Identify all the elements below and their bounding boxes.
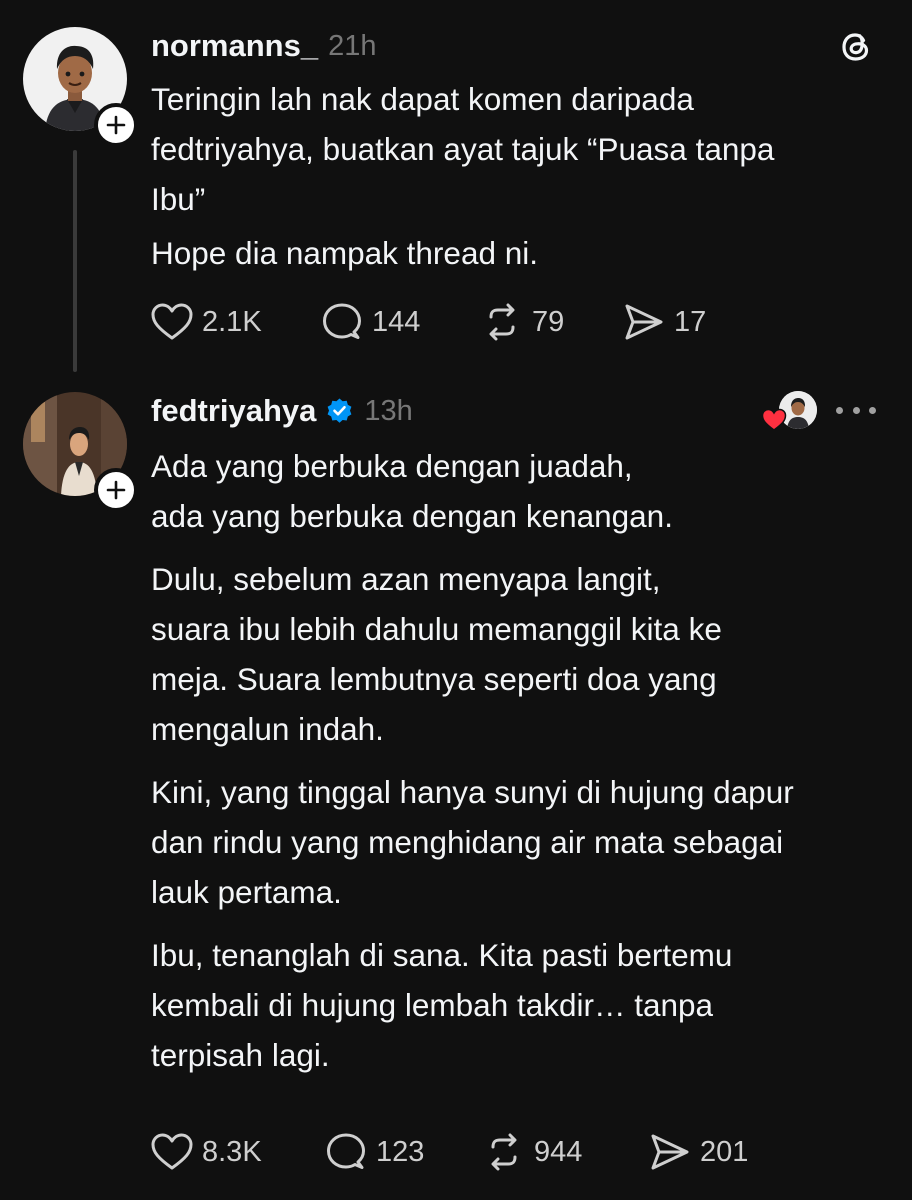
repost-count: 79 [532,305,565,338]
comment-count: 144 [372,305,421,338]
reply-avatar-wrap[interactable] [23,392,138,512]
post-action-bar: 2.1K 144 79 17 [151,300,706,344]
verified-badge-icon [325,397,354,426]
plus-icon [106,480,126,500]
follow-plus-button[interactable] [94,468,138,512]
post-paragraph: Teringin lah nak dapat komen daripada fe… [151,81,775,217]
comment-button[interactable]: 144 [321,302,481,342]
post-avatar-wrap[interactable] [23,27,138,147]
heart-icon [151,1133,193,1170]
more-horizontal-icon [836,406,843,414]
reply-paragraph: Kini, yang tinggal hanya sunyi di hujung… [151,774,794,910]
follow-plus-button[interactable] [94,103,138,147]
liked-heart-icon [761,408,787,431]
repost-button[interactable]: 79 [481,302,623,342]
thread-connector-line [73,150,77,372]
repost-count: 944 [534,1135,583,1168]
reply-paragraph: Ada yang berbuka dengan juadah, ada yang… [151,448,673,534]
repost-icon [489,303,515,341]
share-send-icon [651,1134,689,1170]
like-button[interactable]: 2.1K [151,303,321,341]
more-options-button[interactable] [836,398,876,422]
share-count: 201 [700,1135,749,1168]
plus-icon [106,115,126,135]
comment-count: 123 [376,1135,425,1168]
reply-action-bar: 8.3K 123 944 201 [151,1130,748,1174]
post-body: Teringin lah nak dapat komen daripada fe… [151,74,891,278]
comment-bubble-icon [323,303,361,339]
share-button[interactable]: 201 [649,1132,748,1172]
like-button[interactable]: 8.3K [151,1133,325,1171]
reply-header: fedtriyahya 13h [151,391,413,431]
share-count: 17 [674,305,707,338]
post-timestamp[interactable]: 21h [328,30,376,63]
like-count: 8.3K [202,1135,262,1168]
more-horizontal-icon [852,406,860,414]
repost-icon [491,1133,517,1171]
reply-timestamp[interactable]: 13h [364,395,412,428]
reply-username[interactable]: fedtriyahya [151,393,316,429]
more-horizontal-icon [869,406,876,414]
post-paragraph: Hope dia nampak thread ni. [151,235,538,271]
heart-icon [151,303,193,340]
comment-bubble-icon [327,1133,365,1169]
repost-button[interactable]: 944 [483,1132,649,1172]
share-send-icon [625,304,663,340]
post-header: normanns_ 21h [151,26,377,66]
reply-paragraph: Dulu, sebelum azan menyapa langit, suara… [151,561,722,747]
reply-body: Ada yang berbuka dengan juadah, ada yang… [151,441,891,1080]
reply-paragraph: Ibu, tenanglah di sana. Kita pasti berte… [151,937,733,1073]
share-button[interactable]: 17 [623,302,706,342]
like-count: 2.1K [202,305,262,338]
threads-logo-icon[interactable] [835,26,877,68]
post-username[interactable]: normanns_ [151,28,318,64]
comment-button[interactable]: 123 [325,1132,483,1172]
